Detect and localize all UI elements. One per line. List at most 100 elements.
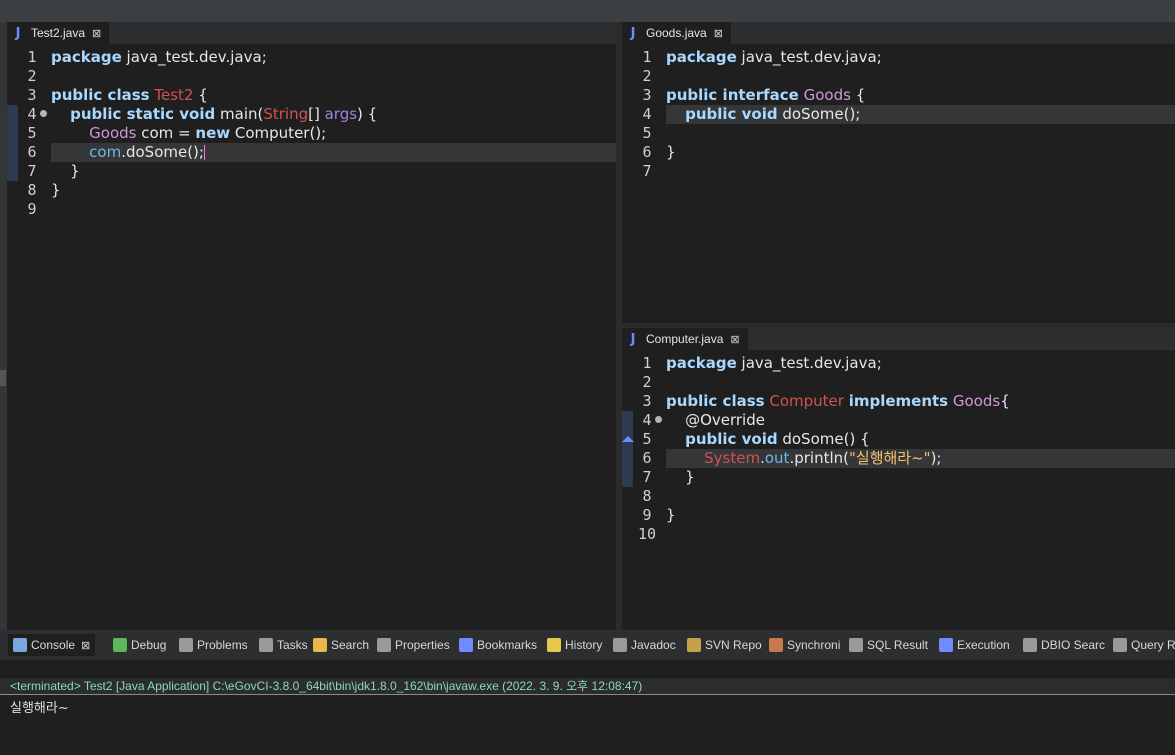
code-text[interactable]: package java_test.dev.java; bbox=[51, 48, 616, 67]
code-text[interactable]: public class Computer implements Goods{ bbox=[666, 392, 1175, 411]
close-icon[interactable]: ⊠ bbox=[81, 639, 90, 652]
code-line[interactable]: 4 public static void main(String[] args)… bbox=[7, 105, 616, 124]
code-text[interactable]: public class Test2 { bbox=[51, 86, 616, 105]
code-line[interactable]: 2 bbox=[622, 67, 1175, 86]
trim-handle[interactable] bbox=[0, 370, 6, 386]
synchronize-icon bbox=[769, 638, 783, 652]
tab-label: Debug bbox=[131, 638, 167, 652]
close-icon[interactable]: ⊠ bbox=[714, 27, 723, 40]
tab-dbio-searc[interactable]: DBIO Searc bbox=[1018, 634, 1110, 656]
tab-javadoc[interactable]: Javadoc bbox=[608, 634, 681, 656]
console-tabbar: Console ⊠ Debug Problems Tasks Search Properti… bbox=[0, 630, 1175, 660]
code-line[interactable]: 3 public interface Goods { bbox=[622, 86, 1175, 105]
tab-problems[interactable]: Problems bbox=[174, 634, 253, 656]
tab-execution[interactable]: Execution bbox=[934, 634, 1015, 656]
editor-computer[interactable]: J Computer.java ⊠ 1 package java_test.dev… bbox=[622, 328, 1175, 630]
code-line[interactable]: 9 bbox=[7, 200, 616, 219]
line-number: 1 bbox=[642, 48, 652, 66]
tab-computer-java[interactable]: J Computer.java ⊠ bbox=[622, 328, 748, 350]
code-line[interactable]: 5 Goods com = new Computer(); bbox=[7, 124, 616, 143]
code-text[interactable]: public static void main(String[] args) { bbox=[51, 105, 616, 124]
code-line[interactable]: 5 bbox=[622, 124, 1175, 143]
code-text[interactable]: } bbox=[666, 468, 1175, 487]
line-number: 2 bbox=[642, 373, 652, 391]
code-line[interactable]: 3 public class Test2 { bbox=[7, 86, 616, 105]
override-marker-icon[interactable] bbox=[622, 436, 634, 442]
code-line[interactable]: 2 bbox=[7, 67, 616, 86]
code-text[interactable]: } bbox=[666, 506, 1175, 525]
line-number: 5 bbox=[642, 430, 652, 448]
close-icon[interactable]: ⊠ bbox=[92, 27, 101, 40]
line-number: 6 bbox=[642, 449, 652, 467]
code-text[interactable]: package java_test.dev.java; bbox=[666, 48, 1175, 67]
line-number: 6 bbox=[642, 143, 652, 161]
line-number: 3 bbox=[642, 392, 652, 410]
tab-test2-java[interactable]: J Test2.java ⊠ bbox=[7, 22, 110, 44]
editor-goods[interactable]: J Goods.java ⊠ 1 package java_test.dev.ja… bbox=[622, 22, 1175, 323]
code-line[interactable]: 1 package java_test.dev.java; bbox=[622, 354, 1175, 373]
code-line[interactable]: 6 com.doSome(); bbox=[7, 143, 616, 162]
tab-query-r[interactable]: Query R bbox=[1108, 634, 1175, 656]
editor-tabbar: J Test2.java ⊠ bbox=[7, 22, 616, 44]
line-number: 10 bbox=[637, 525, 657, 543]
tab-search[interactable]: Search bbox=[308, 634, 374, 656]
code-line[interactable]: 7 bbox=[622, 162, 1175, 181]
line-number: 6 bbox=[27, 143, 37, 161]
code-line[interactable]: 1 package java_test.dev.java; bbox=[7, 48, 616, 67]
code-area[interactable]: 1 package java_test.dev.java; 2 3 public int… bbox=[622, 44, 1175, 323]
code-text[interactable]: } bbox=[666, 143, 1175, 162]
code-text[interactable]: @Override bbox=[666, 411, 1175, 430]
tab-svn-repo[interactable]: SVN Repo bbox=[682, 634, 767, 656]
code-line[interactable]: 8 bbox=[622, 487, 1175, 506]
dbio-search-icon bbox=[1023, 638, 1037, 652]
tab-console[interactable]: Console ⊠ bbox=[8, 634, 96, 656]
tab-synchroni[interactable]: Synchroni bbox=[764, 634, 845, 656]
code-area[interactable]: 1 package java_test.dev.java; 2 3 public cla… bbox=[622, 350, 1175, 630]
fold-toggle-icon[interactable] bbox=[40, 110, 47, 117]
console-output[interactable]: 실행해라~ bbox=[10, 697, 69, 716]
editor-test2[interactable]: J Test2.java ⊠ 1 package java_test.dev.ja… bbox=[7, 22, 616, 630]
tab-tasks[interactable]: Tasks bbox=[254, 634, 313, 656]
code-line[interactable]: 4 public void doSome(); bbox=[622, 105, 1175, 124]
tab-label: Problems bbox=[197, 638, 248, 652]
code-text[interactable]: } bbox=[51, 181, 616, 200]
line-number: 3 bbox=[27, 86, 37, 104]
problems-icon bbox=[179, 638, 193, 652]
tab-sql-result[interactable]: SQL Result bbox=[844, 634, 933, 656]
code-text[interactable]: public void doSome(); bbox=[666, 105, 1175, 124]
code-line[interactable]: 1 package java_test.dev.java; bbox=[622, 48, 1175, 67]
tab-debug[interactable]: Debug bbox=[108, 634, 171, 656]
code-text[interactable]: public void doSome() { bbox=[666, 430, 1175, 449]
line-number: 2 bbox=[27, 67, 37, 85]
code-line[interactable]: 3 public class Computer implements Goods{ bbox=[622, 392, 1175, 411]
tab-properties[interactable]: Properties bbox=[372, 634, 455, 656]
fold-toggle-icon[interactable] bbox=[655, 416, 662, 423]
code-line[interactable]: 7 } bbox=[7, 162, 616, 181]
line-number: 9 bbox=[642, 506, 652, 524]
close-icon[interactable]: ⊠ bbox=[730, 333, 739, 346]
code-text[interactable]: public interface Goods { bbox=[666, 86, 1175, 105]
code-text[interactable]: } bbox=[51, 162, 616, 181]
tab-label: Properties bbox=[395, 638, 450, 652]
code-line[interactable]: 10 bbox=[622, 525, 1175, 544]
code-line[interactable]: 9} bbox=[622, 506, 1175, 525]
code-text[interactable]: System.out.println("실행해라~"); bbox=[666, 449, 1175, 468]
code-line[interactable]: 7 } bbox=[622, 468, 1175, 487]
code-text[interactable]: package java_test.dev.java; bbox=[666, 354, 1175, 373]
tab-label: SQL Result bbox=[867, 638, 928, 652]
code-line[interactable]: 6} bbox=[622, 143, 1175, 162]
properties-icon bbox=[377, 638, 391, 652]
code-text[interactable]: Goods com = new Computer(); bbox=[51, 124, 616, 143]
console-icon bbox=[13, 638, 27, 652]
code-line[interactable]: 5 public void doSome() { bbox=[622, 430, 1175, 449]
tab-history[interactable]: History bbox=[542, 634, 607, 656]
code-area[interactable]: 1 package java_test.dev.java; 2 3 public cla… bbox=[7, 44, 616, 630]
code-line[interactable]: 4 @Override bbox=[622, 411, 1175, 430]
code-line[interactable]: 8} bbox=[7, 181, 616, 200]
code-line[interactable]: 6 System.out.println("실행해라~"); bbox=[622, 449, 1175, 468]
tab-goods-java[interactable]: J Goods.java ⊠ bbox=[622, 22, 731, 44]
tab-bookmarks[interactable]: Bookmarks bbox=[454, 634, 542, 656]
code-line[interactable]: 2 bbox=[622, 373, 1175, 392]
code-text[interactable]: com.doSome(); bbox=[51, 143, 616, 162]
console-panel: Console ⊠ Debug Problems Tasks Search Properti… bbox=[0, 630, 1175, 755]
